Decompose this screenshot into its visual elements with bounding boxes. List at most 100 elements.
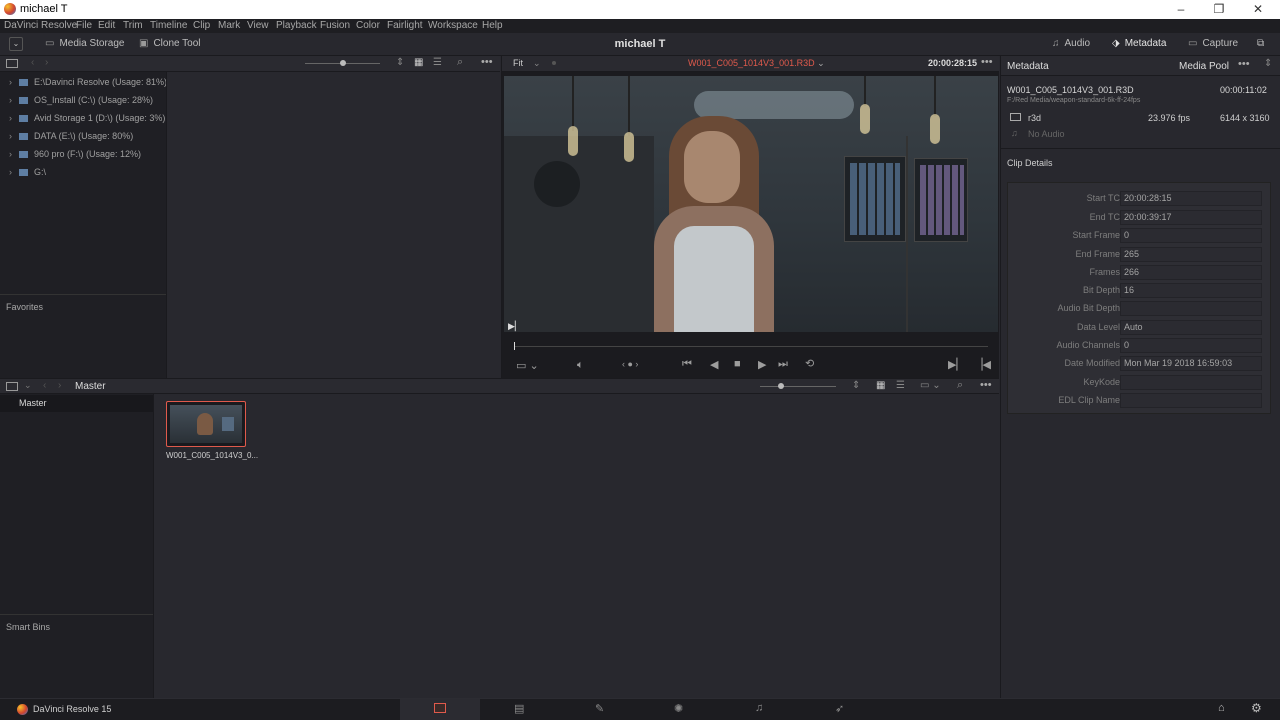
slider-handle[interactable] xyxy=(340,60,346,66)
play-reverse-icon[interactable]: ◀ xyxy=(710,358,718,371)
clip-thumbnail[interactable] xyxy=(166,401,246,447)
minimize-icon[interactable]: – xyxy=(1173,2,1189,16)
list-view-icon[interactable]: ☰ xyxy=(433,57,442,68)
field-value[interactable]: 20:00:28:15 xyxy=(1120,191,1262,206)
playhead[interactable] xyxy=(514,342,515,350)
stop-icon[interactable]: ■ xyxy=(734,358,741,370)
audio-button[interactable]: ♫ Audio xyxy=(1052,37,1090,51)
menu-view[interactable]: View xyxy=(247,19,269,33)
field-label: Data Level xyxy=(1076,322,1120,332)
menu-help[interactable]: Help xyxy=(482,19,503,33)
play-icon[interactable]: ▶ xyxy=(758,358,766,371)
field-value[interactable]: Mon Mar 19 2018 16:59:03 xyxy=(1120,356,1262,371)
field-value[interactable] xyxy=(1120,375,1262,390)
menu-color[interactable]: Color xyxy=(356,19,380,33)
slider-handle[interactable] xyxy=(778,383,784,389)
viewer-clip-name[interactable]: W001_C005_1014V3_001.R3D ⌄ xyxy=(688,58,825,69)
metadata-options-icon[interactable]: ••• xyxy=(1238,58,1250,70)
page-fusion-icon[interactable]: ✎ xyxy=(595,702,604,715)
menu-fusion[interactable]: Fusion xyxy=(320,19,350,33)
metadata-button[interactable]: ⬗ Metadata xyxy=(1112,37,1166,51)
chevron-down-icon[interactable]: ⌄ xyxy=(24,380,32,391)
skip-start-icon[interactable]: ⏮︎ xyxy=(682,358,692,371)
drive-item[interactable]: › OS_Install (C:\) (Usage: 28%) xyxy=(9,95,153,105)
sort-icon[interactable]: ⇕ xyxy=(396,57,404,68)
field-value[interactable] xyxy=(1120,393,1262,408)
drive-item[interactable]: › E:\Davinci Resolve (Usage: 81%) xyxy=(9,77,167,87)
home-icon[interactable]: ⌂ xyxy=(1218,702,1225,714)
thumbnail-size-slider[interactable] xyxy=(305,60,380,66)
video-frame[interactable] xyxy=(504,76,998,332)
skip-end-icon[interactable]: ⏭︎ xyxy=(778,358,788,371)
field-value[interactable]: 266 xyxy=(1120,265,1262,280)
sort-icon[interactable]: ⇕ xyxy=(1264,58,1272,69)
page-deliver-icon[interactable]: ➶ xyxy=(835,702,844,715)
drive-item[interactable]: › Avid Storage 1 (D:\) (Usage: 3%) xyxy=(9,113,165,123)
bin-list-toggle-icon[interactable] xyxy=(6,382,18,391)
menu-fairlight[interactable]: Fairlight xyxy=(387,19,423,33)
menu-file[interactable]: File xyxy=(76,19,92,33)
resolve-logo-icon xyxy=(17,704,28,715)
forward-icon[interactable]: › xyxy=(45,57,48,68)
metadata-field: Audio Bit Depth xyxy=(1008,300,1270,318)
restore-icon[interactable]: ❐ xyxy=(1211,2,1227,16)
jog-icon[interactable]: ‹ ● › xyxy=(622,359,638,369)
capture-button[interactable]: ▭ Capture xyxy=(1188,37,1238,51)
menu-clip[interactable]: Clip xyxy=(193,19,210,33)
field-value[interactable]: 16 xyxy=(1120,283,1262,298)
menu-playback[interactable]: Playback xyxy=(276,19,317,33)
grid-view-icon[interactable]: ▦ xyxy=(414,57,423,68)
workspace-dropdown-icon[interactable]: ⌄ xyxy=(9,37,23,51)
more-options-icon[interactable]: ••• xyxy=(481,56,493,68)
bin-title: Master xyxy=(75,381,106,392)
drive-item[interactable]: › DATA (E:\) (Usage: 80%) xyxy=(9,131,133,141)
page-fairlight-icon[interactable]: ♫ xyxy=(755,702,763,714)
more-options-icon[interactable]: ••• xyxy=(980,379,992,391)
clip-path: F:/Red Media/weapon-standard-6k-ff-24fps xyxy=(1007,97,1141,104)
field-value[interactable]: 265 xyxy=(1120,247,1262,262)
menu-timeline[interactable]: Timeline xyxy=(150,19,187,33)
back-icon[interactable]: ‹ xyxy=(43,380,46,391)
media-pool-tab[interactable]: Media Pool xyxy=(1179,61,1229,72)
metadata-field: Data Level Auto xyxy=(1008,319,1270,337)
search-icon[interactable]: ⌕ xyxy=(957,379,963,392)
sidebar-toggle-icon[interactable] xyxy=(6,59,18,68)
list-view-icon[interactable]: ☰ xyxy=(896,380,905,391)
field-value[interactable]: 20:00:39:17 xyxy=(1120,210,1262,225)
field-value[interactable]: 0 xyxy=(1120,228,1262,243)
field-value[interactable]: Auto xyxy=(1120,320,1262,335)
pool-thumbnail-slider[interactable] xyxy=(760,383,836,389)
mark-in-icon[interactable]: ▶▏ xyxy=(948,358,965,371)
forward-icon[interactable]: › xyxy=(58,380,61,391)
sort-icon[interactable]: ⇕ xyxy=(852,380,860,391)
viewer-options-icon[interactable]: ••• xyxy=(981,56,993,68)
menu-workspace[interactable]: Workspace xyxy=(428,19,478,33)
close-icon[interactable]: ✕ xyxy=(1250,2,1266,16)
bin-item-master[interactable]: Master xyxy=(0,395,153,412)
loop-icon[interactable]: ⟲ xyxy=(805,357,814,370)
metadata-view-icon[interactable]: ▭ ⌄ xyxy=(920,380,941,391)
settings-gear-icon[interactable]: ⚙ xyxy=(1251,701,1262,715)
media-storage-button[interactable]: ▭ Media Storage xyxy=(45,37,125,51)
page-edit-icon[interactable]: ▤ xyxy=(514,702,524,715)
menu-trim[interactable]: Trim xyxy=(123,19,143,33)
drive-item[interactable]: › G:\ xyxy=(9,167,46,177)
mark-out-icon[interactable]: ▕◀ xyxy=(974,358,991,371)
search-icon[interactable]: ⌕ xyxy=(457,56,463,69)
grid-view-icon[interactable]: ▦ xyxy=(876,380,885,391)
back-icon[interactable]: ‹ xyxy=(31,57,34,68)
field-value[interactable] xyxy=(1120,301,1262,316)
volume-icon[interactable]: 🔈︎ xyxy=(577,359,584,372)
scrubber-bar[interactable] xyxy=(514,346,988,347)
zoom-fit-dropdown[interactable]: Fit ⌄ xyxy=(513,58,541,69)
viewer-mode-icon[interactable]: ▭ ⌄ xyxy=(516,359,539,372)
clone-tool-button[interactable]: ▣ Clone Tool xyxy=(139,37,201,51)
page-media-icon[interactable] xyxy=(434,703,446,713)
menu-edit[interactable]: Edit xyxy=(98,19,115,33)
drive-item[interactable]: › 960 pro (F:\) (Usage: 12%) xyxy=(9,149,141,159)
menu-davinci[interactable]: DaVinci Resolve xyxy=(4,19,77,33)
page-color-icon[interactable]: ✺ xyxy=(674,702,683,715)
field-value[interactable]: 0 xyxy=(1120,338,1262,353)
menu-mark[interactable]: Mark xyxy=(218,19,240,33)
fullscreen-icon[interactable]: ⧉ xyxy=(1257,37,1264,51)
